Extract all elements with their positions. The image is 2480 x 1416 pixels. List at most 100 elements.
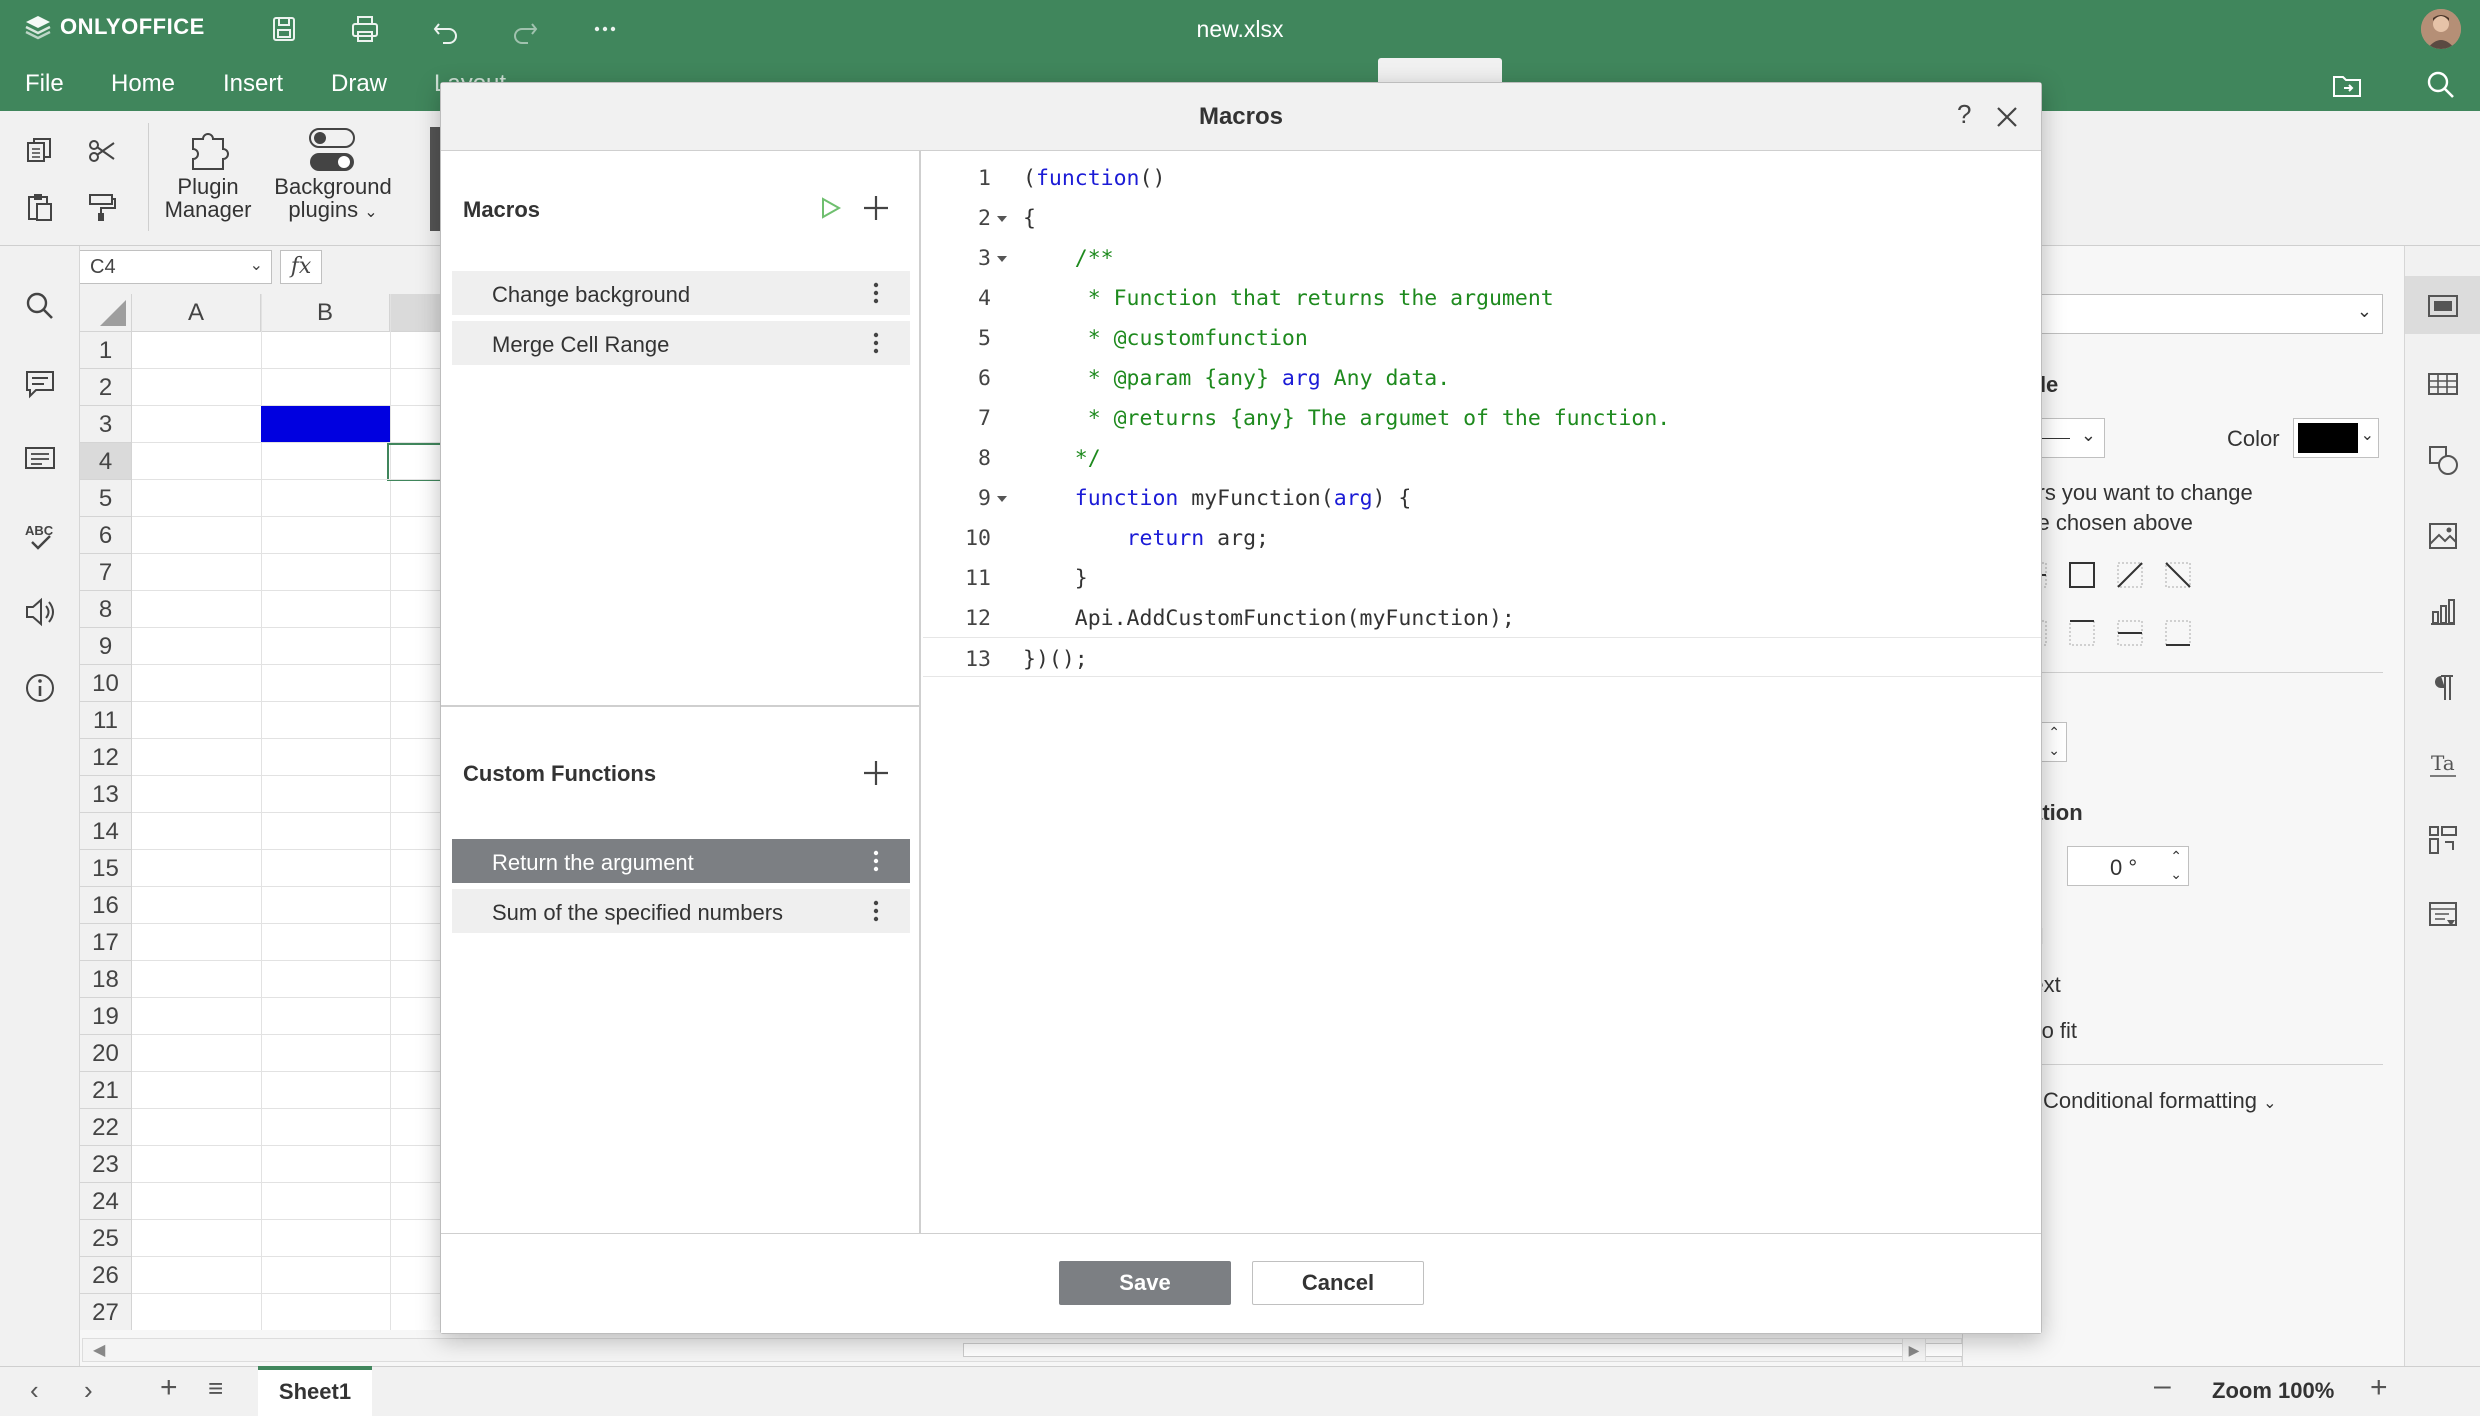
row-header[interactable]: 8 bbox=[80, 591, 132, 628]
save-button[interactable]: Save bbox=[1059, 1261, 1231, 1305]
speaker-icon[interactable] bbox=[22, 594, 58, 630]
fold-arrow-icon[interactable] bbox=[997, 256, 1007, 262]
user-avatar[interactable] bbox=[2421, 9, 2461, 49]
cancel-button[interactable]: Cancel bbox=[1252, 1261, 1424, 1305]
menu-home[interactable]: Home bbox=[111, 70, 175, 98]
zoom-out-icon[interactable]: – bbox=[2154, 1369, 2171, 1403]
copy-icon[interactable] bbox=[24, 135, 56, 167]
selected-cell-c4[interactable] bbox=[387, 443, 447, 481]
row-header[interactable]: 12 bbox=[80, 739, 132, 776]
menu-file[interactable]: File bbox=[25, 70, 64, 98]
add-sheet-icon[interactable]: + bbox=[160, 1371, 178, 1405]
search-icon[interactable] bbox=[2424, 68, 2458, 102]
pivot-table-icon[interactable] bbox=[2425, 822, 2461, 858]
row-header[interactable]: 14 bbox=[80, 813, 132, 850]
prev-sheet-icon[interactable]: ‹ bbox=[30, 1375, 39, 1406]
row-header[interactable]: 16 bbox=[80, 887, 132, 924]
border-outer-icon[interactable] bbox=[2067, 560, 2097, 590]
row-header[interactable]: 25 bbox=[80, 1220, 132, 1257]
table-icon[interactable] bbox=[2425, 366, 2461, 402]
row-header[interactable]: 18 bbox=[80, 961, 132, 998]
chart-icon[interactable] bbox=[2425, 594, 2461, 630]
row-header[interactable]: 21 bbox=[80, 1072, 132, 1109]
code-line[interactable]: 2{ bbox=[923, 197, 2041, 237]
column-header-a[interactable]: A bbox=[132, 294, 261, 332]
sheet-tab-sheet1[interactable]: Sheet1 bbox=[258, 1366, 372, 1416]
spellcheck-icon[interactable]: ABC bbox=[22, 518, 58, 554]
code-line[interactable]: 1 (function() bbox=[923, 157, 2041, 197]
row-header[interactable]: 15 bbox=[80, 850, 132, 887]
help-button[interactable]: ? bbox=[1957, 99, 1971, 130]
chat-icon[interactable] bbox=[22, 442, 58, 478]
row-header[interactable]: 19 bbox=[80, 998, 132, 1035]
code-line[interactable]: 8 */ bbox=[923, 437, 2041, 477]
image-icon[interactable] bbox=[2425, 518, 2461, 554]
zoom-in-icon[interactable]: + bbox=[2370, 1371, 2388, 1405]
scroll-right-arrow[interactable]: ▶ bbox=[1902, 1338, 1926, 1362]
border-color-picker[interactable]: ⌄ bbox=[2293, 418, 2379, 458]
orientation-stepper[interactable]: 0 ° ⌃ ⌄ bbox=[2067, 846, 2189, 886]
code-line[interactable]: 12 Api.AddCustomFunction(myFunction); bbox=[923, 597, 2041, 637]
code-line[interactable]: 13})(); bbox=[923, 637, 2041, 677]
open-location-icon[interactable] bbox=[2330, 68, 2364, 102]
add-custom-function-icon[interactable] bbox=[861, 758, 891, 788]
filled-cell-b3[interactable] bbox=[261, 406, 390, 443]
row-header[interactable]: 11 bbox=[80, 702, 132, 739]
row-header[interactable]: 20 bbox=[80, 1035, 132, 1072]
row-header[interactable]: 9 bbox=[80, 628, 132, 665]
row-header[interactable]: 2 bbox=[80, 369, 132, 406]
fold-arrow-icon[interactable] bbox=[997, 216, 1007, 222]
border-diag-down-icon[interactable] bbox=[2163, 560, 2193, 590]
scrollbar-thumb[interactable] bbox=[963, 1343, 1963, 1357]
code-line[interactable]: 5 * @customfunction bbox=[923, 317, 2041, 357]
row-header[interactable]: 26 bbox=[80, 1257, 132, 1294]
row-header[interactable]: 13 bbox=[80, 776, 132, 813]
slicer-icon[interactable] bbox=[2425, 898, 2461, 934]
code-line[interactable]: 7 * @returns {any} The argumet of the fu… bbox=[923, 397, 2041, 437]
more-options-icon[interactable] bbox=[872, 329, 880, 357]
code-line[interactable]: 4 * Function that returns the argument bbox=[923, 277, 2041, 317]
menu-insert[interactable]: Insert bbox=[223, 70, 283, 98]
run-macro-icon[interactable] bbox=[817, 195, 843, 221]
row-header[interactable]: 10 bbox=[80, 665, 132, 702]
border-diag-up-icon[interactable] bbox=[2115, 560, 2145, 590]
insert-function-button[interactable]: fx bbox=[280, 250, 322, 284]
format-painter-icon[interactable] bbox=[86, 191, 118, 223]
shape-icon[interactable] bbox=[2425, 442, 2461, 478]
code-line[interactable]: 11 } bbox=[923, 557, 2041, 597]
comments-icon[interactable] bbox=[22, 366, 58, 402]
row-header[interactable]: 5 bbox=[80, 480, 132, 517]
custom-function-item-selected[interactable]: Return the argument bbox=[452, 839, 910, 883]
row-header[interactable]: 3 bbox=[80, 406, 132, 443]
border-bottom-icon[interactable] bbox=[2163, 618, 2193, 648]
row-header[interactable]: 6 bbox=[80, 517, 132, 554]
code-line[interactable]: 9 function myFunction(arg) { bbox=[923, 477, 2041, 517]
horizontal-scrollbar[interactable]: ◀ bbox=[82, 1338, 1963, 1362]
row-header[interactable]: 24 bbox=[80, 1183, 132, 1220]
code-line[interactable]: 10 return arg; bbox=[923, 517, 2041, 557]
row-header[interactable]: 7 bbox=[80, 554, 132, 591]
cell-settings-icon[interactable] bbox=[2425, 288, 2461, 324]
macro-item[interactable]: Merge Cell Range bbox=[452, 321, 910, 365]
plugin-manager-button[interactable]: Plugin Manager bbox=[158, 125, 258, 237]
add-macro-icon[interactable] bbox=[861, 193, 891, 223]
paragraph-icon[interactable] bbox=[2425, 670, 2461, 706]
macro-item[interactable]: Change background bbox=[452, 271, 910, 315]
more-options-icon[interactable] bbox=[872, 897, 880, 925]
row-header[interactable]: 17 bbox=[80, 924, 132, 961]
next-sheet-icon[interactable]: › bbox=[84, 1375, 93, 1406]
row-header[interactable]: 22 bbox=[80, 1109, 132, 1146]
sheet-list-icon[interactable]: ≡ bbox=[208, 1373, 223, 1404]
row-header[interactable]: 1 bbox=[80, 332, 132, 369]
close-icon[interactable] bbox=[1991, 101, 2023, 133]
border-top-icon[interactable] bbox=[2067, 618, 2097, 648]
fold-arrow-icon[interactable] bbox=[997, 496, 1007, 502]
border-inner-horiz-icon[interactable] bbox=[2115, 618, 2145, 648]
more-options-icon[interactable] bbox=[872, 847, 880, 875]
select-all-corner[interactable] bbox=[80, 294, 132, 332]
code-line[interactable]: 6 * @param {any} arg Any data. bbox=[923, 357, 2041, 397]
name-box[interactable]: C4 ⌄ bbox=[79, 250, 272, 284]
row-header[interactable]: 4 bbox=[80, 443, 132, 480]
section-divider[interactable] bbox=[441, 705, 919, 707]
row-header[interactable]: 23 bbox=[80, 1146, 132, 1183]
